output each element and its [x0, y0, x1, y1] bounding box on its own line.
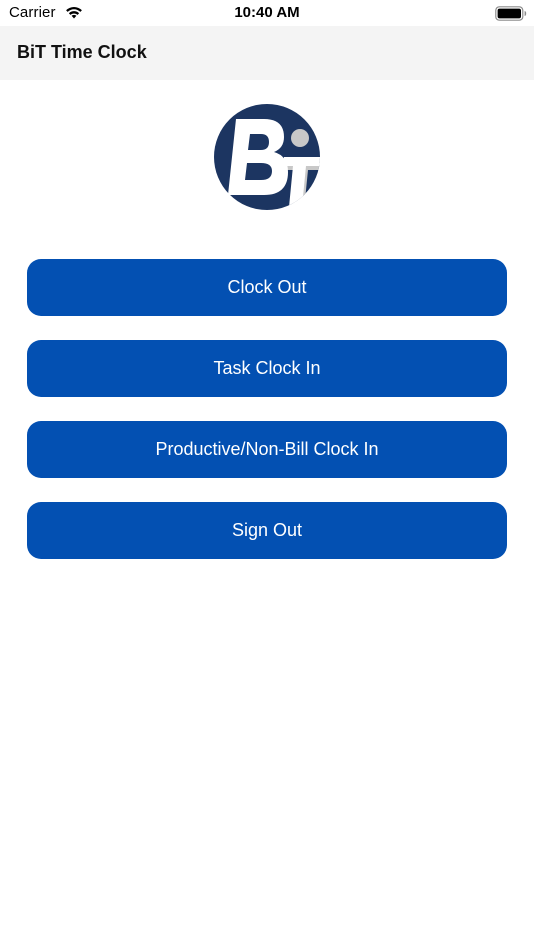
task-clock-in-button[interactable]: Task Clock In: [27, 340, 507, 397]
status-time: 10:40 AM: [234, 4, 300, 21]
status-bar: Carrier 10:40 AM: [0, 0, 534, 26]
clock-out-button[interactable]: Clock Out: [27, 259, 507, 316]
productive-clock-in-button[interactable]: Productive/Non-Bill Clock In: [27, 421, 507, 478]
page-title: BiT Time Clock: [17, 42, 147, 62]
bit-logo: [214, 104, 320, 210]
sign-out-button[interactable]: Sign Out: [27, 502, 507, 559]
battery-icon: [495, 6, 527, 21]
navigation-bar: BiT Time Clock: [0, 26, 534, 80]
